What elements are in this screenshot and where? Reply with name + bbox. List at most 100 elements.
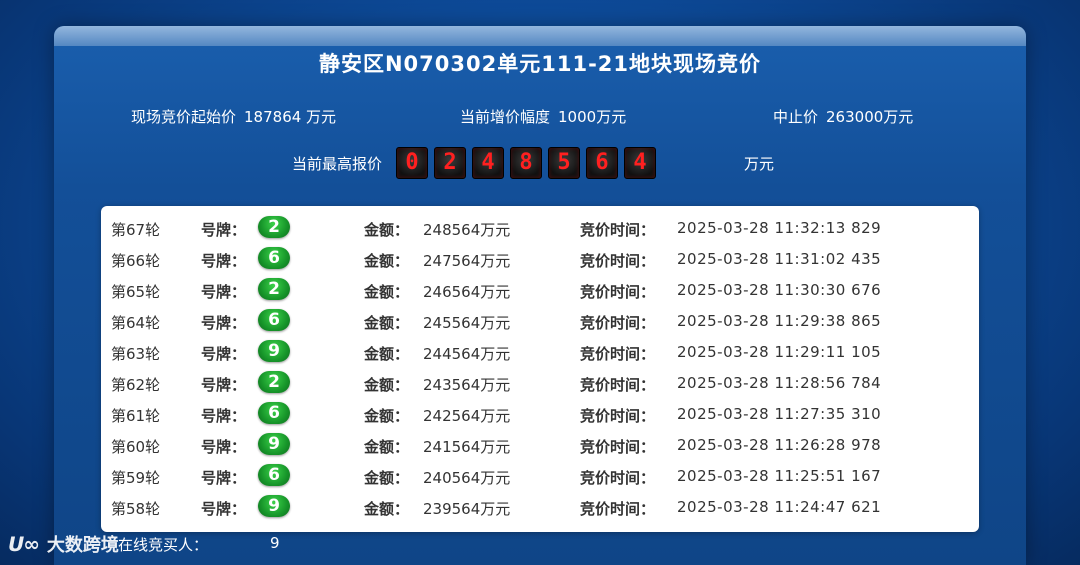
highest-bid-unit: 万元 <box>744 154 775 173</box>
bid-round: 第64轮 <box>111 314 161 332</box>
plate-label: 号牌： <box>201 252 247 270</box>
time-label: 竞价时间： <box>580 345 656 363</box>
bid-amount: 243564万元 <box>423 376 511 394</box>
plate-label: 号牌： <box>201 283 247 301</box>
digit: 5 <box>548 147 581 179</box>
digit: 8 <box>510 147 543 179</box>
plate-label: 号牌： <box>201 500 247 518</box>
highest-bid: 当前最高报价 0 2 4 8 5 6 4 万元 <box>292 147 774 179</box>
increment: 当前增价幅度 1000万元 <box>460 106 626 127</box>
time-label: 竞价时间： <box>580 407 656 425</box>
bid-row: 第59轮 号牌： 6 金额： 240564万元 竞价时间： 2025-03-28… <box>101 461 979 492</box>
bid-amount: 248564万元 <box>423 221 511 239</box>
plate-label: 号牌： <box>201 345 247 363</box>
time-label: 竞价时间： <box>580 314 656 332</box>
watermark-text: 大数跨境 <box>46 535 119 556</box>
online-bidders: 在线竞买人： 9 <box>118 534 280 555</box>
bid-row: 第58轮 号牌： 9 金额： 239564万元 竞价时间： 2025-03-28… <box>101 492 979 523</box>
plate-label: 号牌： <box>201 376 247 394</box>
panel-top-bar <box>54 26 1026 46</box>
bid-time: 2025-03-28 11:24:47 621 <box>677 498 882 516</box>
highest-bid-digits: 0 2 4 8 5 6 4 <box>396 147 662 179</box>
bid-time: 2025-03-28 11:26:28 978 <box>677 436 882 454</box>
bid-amount: 247564万元 <box>423 252 511 270</box>
bid-row: 第61轮 号牌： 6 金额： 242564万元 竞价时间： 2025-03-28… <box>101 399 979 430</box>
plate-label: 号牌： <box>201 221 247 239</box>
plate-badge: 6 <box>258 247 290 269</box>
bid-time: 2025-03-28 11:30:30 676 <box>677 281 882 299</box>
plate-badge: 2 <box>258 216 290 238</box>
bid-row: 第63轮 号牌： 9 金额： 244564万元 竞价时间： 2025-03-28… <box>101 337 979 368</box>
bid-row: 第65轮 号牌： 2 金额： 246564万元 竞价时间： 2025-03-28… <box>101 275 979 306</box>
bid-time: 2025-03-28 11:29:38 865 <box>677 312 882 330</box>
plate-badge: 6 <box>258 464 290 486</box>
bid-list[interactable]: 第67轮 号牌： 2 金额： 248564万元 竞价时间： 2025-03-28… <box>101 206 979 532</box>
amount-label: 金额： <box>364 438 410 456</box>
bid-amount: 246564万元 <box>423 283 511 301</box>
amount-label: 金额： <box>364 469 410 487</box>
bid-amount: 242564万元 <box>423 407 511 425</box>
plate-badge: 2 <box>258 371 290 393</box>
bid-amount: 241564万元 <box>423 438 511 456</box>
time-label: 竞价时间： <box>580 438 656 456</box>
bid-round: 第65轮 <box>111 283 161 301</box>
digit: 0 <box>396 147 429 179</box>
plate-badge: 2 <box>258 278 290 300</box>
time-label: 竞价时间： <box>580 221 656 239</box>
time-label: 竞价时间： <box>580 252 656 270</box>
page-title: 静安区N070302单元111-21地块现场竞价 <box>318 52 762 76</box>
bid-amount: 245564万元 <box>423 314 511 332</box>
increment-label: 当前增价幅度 <box>460 108 551 126</box>
bid-row: 第62轮 号牌： 2 金额： 243564万元 竞价时间： 2025-03-28… <box>101 368 979 399</box>
bid-round: 第58轮 <box>111 500 161 518</box>
start-price-label: 现场竞价起始价 <box>131 108 237 126</box>
plate-label: 号牌： <box>201 438 247 456</box>
bid-time: 2025-03-28 11:29:11 105 <box>677 343 882 361</box>
bid-time: 2025-03-28 11:28:56 784 <box>677 374 882 392</box>
bid-round: 第66轮 <box>111 252 161 270</box>
amount-label: 金额： <box>364 376 410 394</box>
bid-row: 第64轮 号牌： 6 金额： 245564万元 竞价时间： 2025-03-28… <box>101 306 979 337</box>
bid-amount: 244564万元 <box>423 345 511 363</box>
bid-row: 第67轮 号牌： 2 金额： 248564万元 竞价时间： 2025-03-28… <box>101 213 979 244</box>
digit: 6 <box>586 147 619 179</box>
amount-label: 金额： <box>364 283 410 301</box>
start-price: 现场竞价起始价 187864 万元 <box>131 106 336 127</box>
online-bidders-count: 9 <box>270 534 280 552</box>
time-label: 竞价时间： <box>580 500 656 518</box>
amount-label: 金额： <box>364 345 410 363</box>
bid-time: 2025-03-28 11:31:02 435 <box>677 250 882 268</box>
bid-amount: 239564万元 <box>423 500 511 518</box>
watermark: ᑌ∞ 大数跨境 <box>8 531 119 557</box>
stop-price-value: 263000万元 <box>826 108 914 126</box>
digit: 4 <box>472 147 505 179</box>
bid-round: 第60轮 <box>111 438 161 456</box>
plate-badge: 6 <box>258 402 290 424</box>
bid-row: 第60轮 号牌： 9 金额： 241564万元 竞价时间： 2025-03-28… <box>101 430 979 461</box>
bid-time: 2025-03-28 11:32:13 829 <box>677 219 882 237</box>
bid-time: 2025-03-28 11:25:51 167 <box>677 467 882 485</box>
time-label: 竞价时间： <box>580 376 656 394</box>
time-label: 竞价时间： <box>580 283 656 301</box>
watermark-logo-icon: ᑌ∞ <box>8 532 40 556</box>
digit: 2 <box>434 147 467 179</box>
plate-badge: 6 <box>258 309 290 331</box>
amount-label: 金额： <box>364 407 410 425</box>
plate-badge: 9 <box>258 433 290 455</box>
time-label: 竞价时间： <box>580 469 656 487</box>
bid-round: 第63轮 <box>111 345 161 363</box>
digit: 4 <box>624 147 657 179</box>
plate-badge: 9 <box>258 495 290 517</box>
plate-badge: 9 <box>258 340 290 362</box>
plate-label: 号牌： <box>201 469 247 487</box>
plate-label: 号牌： <box>201 314 247 332</box>
bid-round: 第67轮 <box>111 221 161 239</box>
increment-value: 1000万元 <box>558 108 627 126</box>
amount-label: 金额： <box>364 252 410 270</box>
amount-label: 金额： <box>364 500 410 518</box>
start-price-value: 187864 万元 <box>244 108 337 126</box>
plate-label: 号牌： <box>201 407 247 425</box>
stop-price-label: 中止价 <box>773 108 819 126</box>
bid-amount: 240564万元 <box>423 469 511 487</box>
bid-time: 2025-03-28 11:27:35 310 <box>677 405 882 423</box>
